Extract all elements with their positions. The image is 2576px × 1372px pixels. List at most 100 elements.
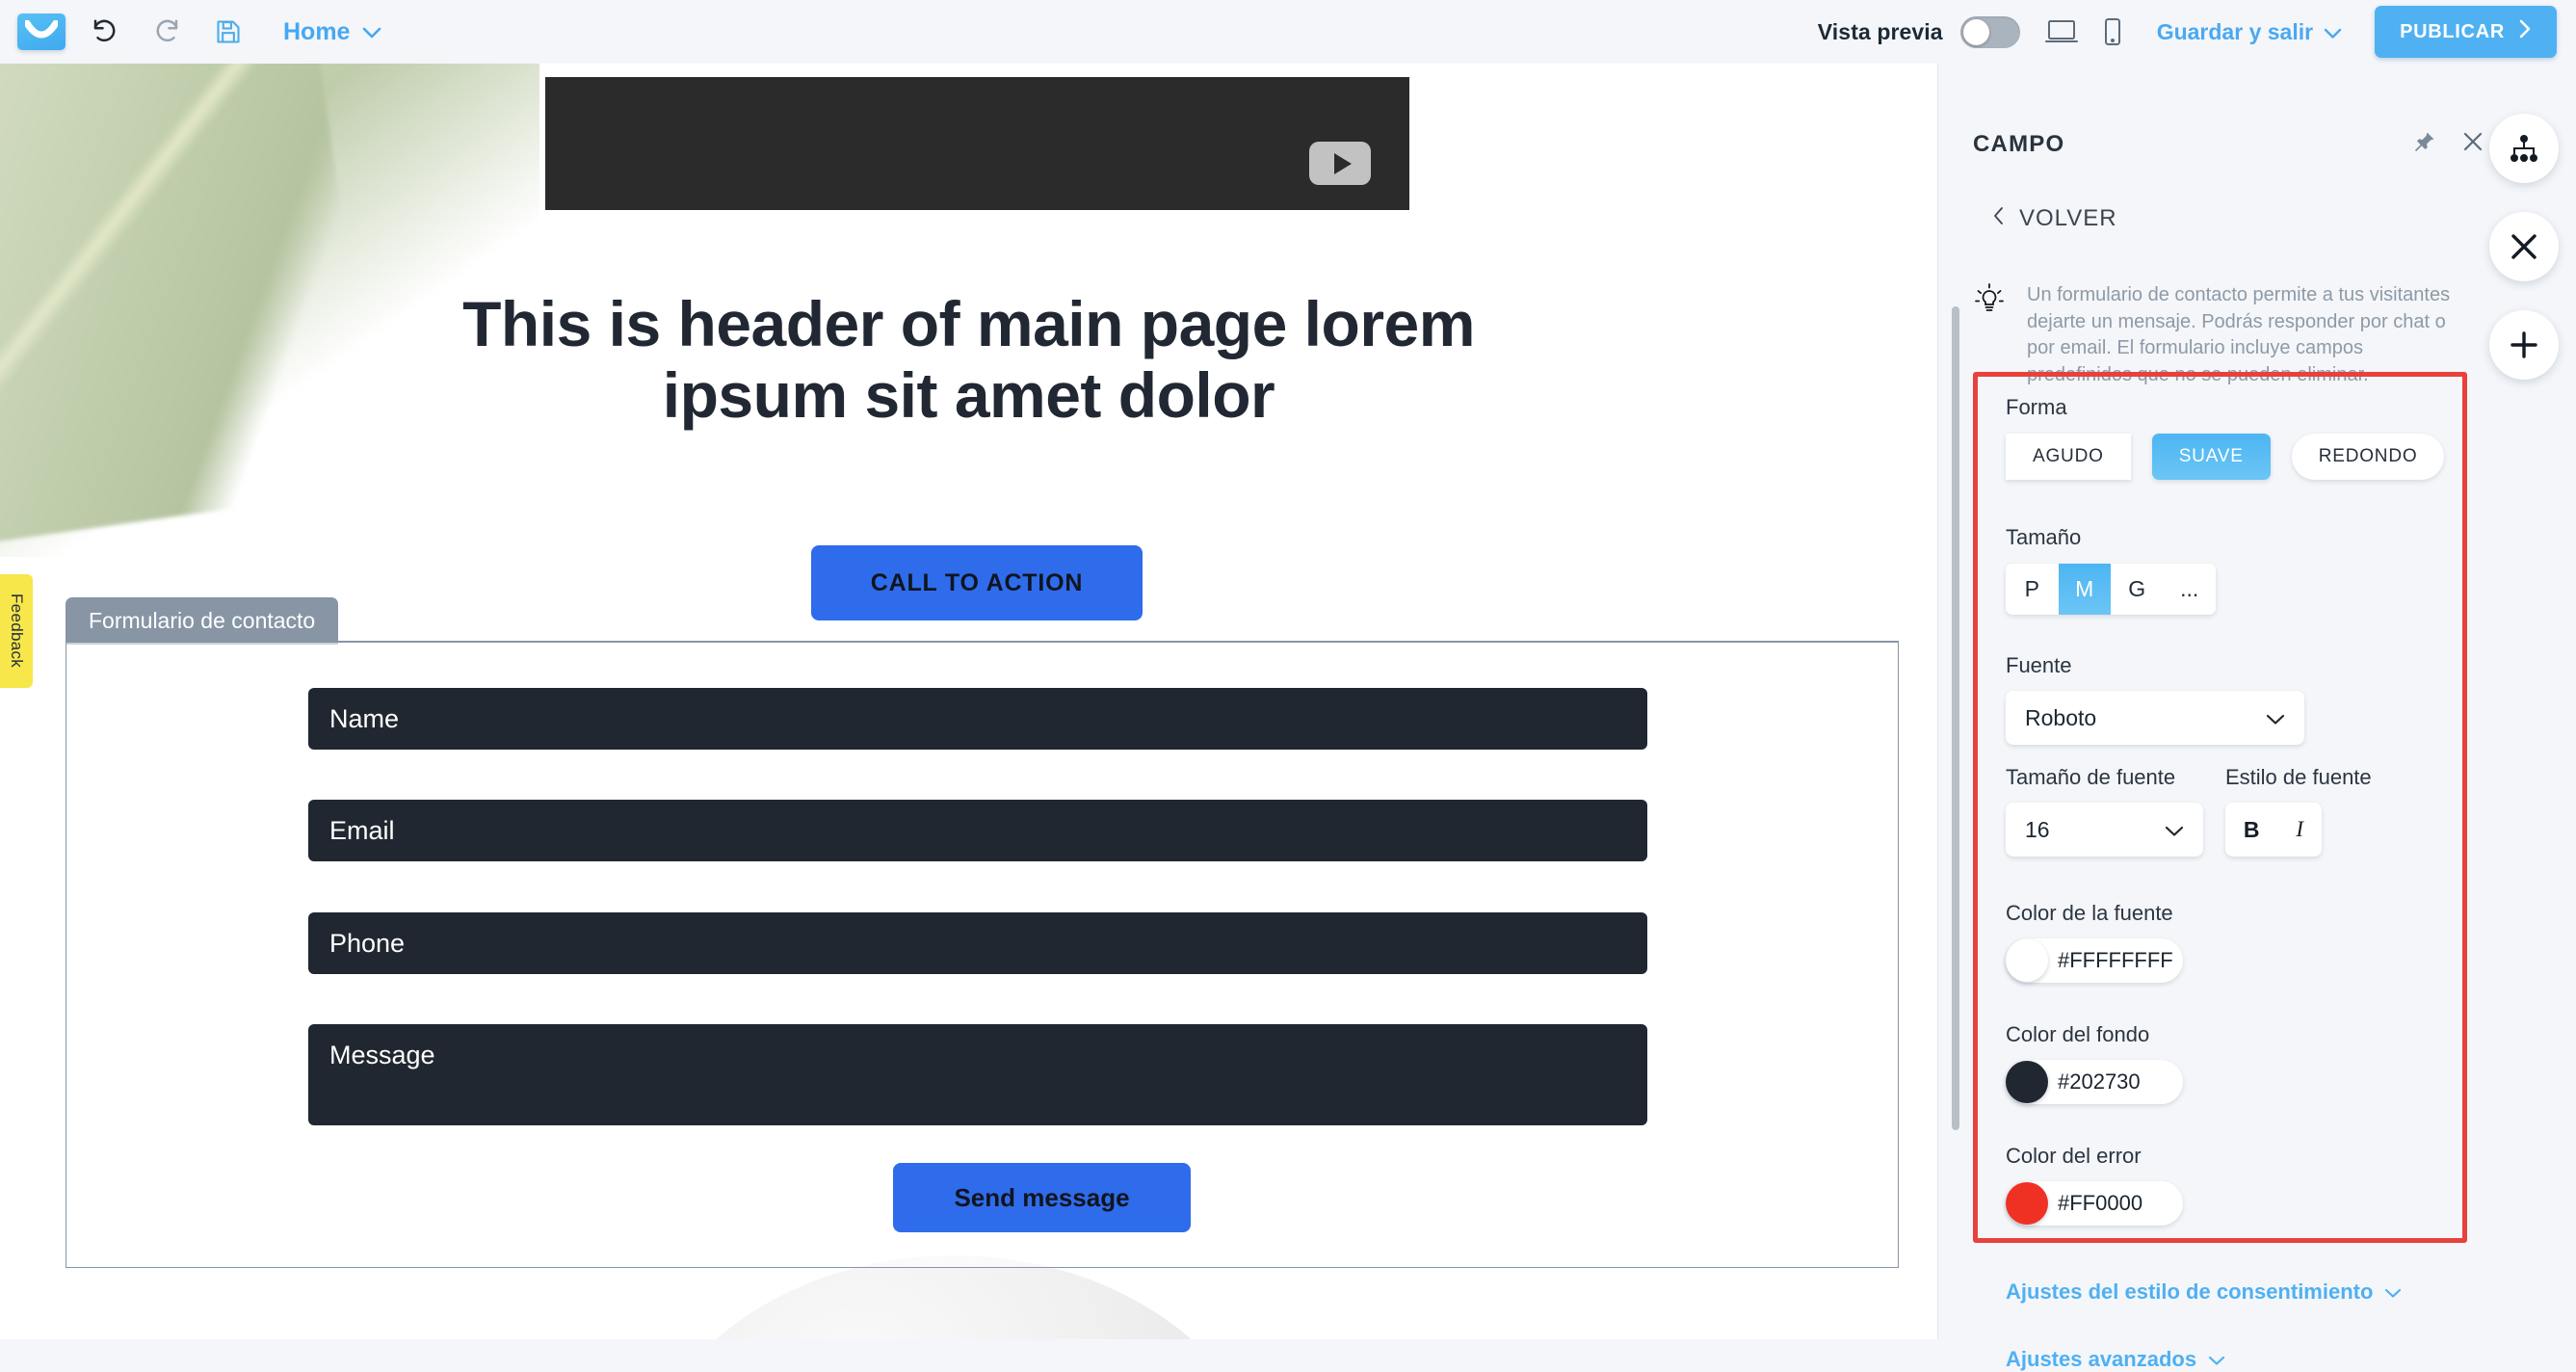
- feedback-tab[interactable]: Feedback: [0, 574, 33, 688]
- top-toolbar: Home Vista previa Guardar y salir PUBLIC…: [0, 0, 2576, 64]
- font-color-value: #FFFFFFFF: [2058, 948, 2173, 972]
- shape-option-suave[interactable]: SUAVE: [2151, 434, 2271, 480]
- shape-label: Forma: [2006, 395, 2067, 419]
- preview-toggle[interactable]: [1959, 15, 2020, 48]
- page-title[interactable]: This is header of main page lorem ipsum …: [0, 288, 1937, 432]
- background-color-row[interactable]: #202730: [2006, 1060, 2183, 1104]
- font-select-value: Roboto: [2025, 704, 2097, 730]
- publish-label: PUBLICAR: [2400, 20, 2505, 42]
- panel-scrollbar[interactable]: [1952, 306, 1959, 1130]
- shape-option-redondo[interactable]: REDONDO: [2291, 434, 2445, 480]
- italic-button[interactable]: I: [2296, 817, 2303, 842]
- font-size-group: Tamaño de fuente 16: [2006, 765, 2203, 857]
- video-embed[interactable]: [545, 77, 1409, 210]
- font-style-label: Estilo de fuente: [2225, 765, 2372, 789]
- plus-icon[interactable]: [2489, 310, 2559, 380]
- back-link[interactable]: VOLVER: [1992, 205, 2117, 232]
- save-and-exit-menu[interactable]: Guardar y salir: [2157, 19, 2342, 45]
- font-group: Fuente Roboto: [2006, 653, 2304, 745]
- error-color-row[interactable]: #FF0000: [2006, 1181, 2183, 1226]
- chevron-down-icon: [2266, 705, 2285, 731]
- size-options: P M G ...: [2006, 564, 2216, 615]
- feedback-label: Feedback: [8, 594, 26, 669]
- bold-button[interactable]: B: [2244, 817, 2260, 843]
- size-option-g[interactable]: G: [2111, 564, 2164, 615]
- chevron-down-icon: [2324, 19, 2342, 45]
- size-group: Tamaño P M G ...: [2006, 525, 2216, 615]
- chevron-down-icon: [362, 18, 381, 46]
- shape-options: AGUDO SUAVE REDONDO: [2006, 434, 2445, 480]
- send-message-button[interactable]: Send message: [893, 1163, 1191, 1232]
- chevron-down-icon: [2384, 1280, 2402, 1305]
- phone-field[interactable]: Phone: [308, 912, 1647, 974]
- consent-style-settings-accordion[interactable]: Ajustes del estilo de consentimiento: [2006, 1280, 2402, 1305]
- background-color-swatch[interactable]: [2006, 1061, 2048, 1103]
- name-field-label: Name: [329, 703, 400, 733]
- chevron-down-icon: [2165, 817, 2184, 843]
- size-option-m[interactable]: M: [2058, 564, 2111, 615]
- email-field-label: Email: [329, 815, 395, 845]
- floppy-save-icon[interactable]: [206, 10, 250, 54]
- font-color-label: Color de la fuente: [2006, 901, 2173, 925]
- error-color-group: Color del error #FF0000: [2006, 1144, 2183, 1226]
- size-option-more[interactable]: ...: [2163, 564, 2216, 615]
- email-field[interactable]: Email: [308, 800, 1647, 861]
- call-to-action-button[interactable]: CALL TO ACTION: [811, 545, 1143, 620]
- font-style-group: Estilo de fuente B I: [2225, 765, 2372, 857]
- font-color-swatch[interactable]: [2006, 939, 2048, 982]
- font-color-group: Color de la fuente #FFFFFFFF: [2006, 901, 2183, 983]
- font-style-options: B I: [2225, 803, 2322, 857]
- background-color-group: Color del fondo #202730: [2006, 1022, 2183, 1104]
- contact-form-tab-label: Formulario de contacto: [89, 608, 316, 633]
- site-canvas[interactable]: This is header of main page lorem ipsum …: [0, 56, 1937, 1339]
- chevron-left-icon: [1992, 205, 2005, 232]
- contact-form-card[interactable]: Name Email Phone Message Send message: [66, 641, 1899, 1268]
- envelope-logo-icon[interactable]: [17, 13, 66, 50]
- floating-actions: [2489, 114, 2559, 409]
- publish-button[interactable]: PUBLICAR: [2375, 6, 2557, 58]
- close-icon[interactable]: [2462, 131, 2484, 157]
- mobile-icon[interactable]: [2103, 17, 2122, 46]
- phone-field-label: Phone: [329, 928, 406, 958]
- error-color-swatch[interactable]: [2006, 1182, 2048, 1225]
- error-color-label: Color del error: [2006, 1144, 2142, 1168]
- sitemap-icon[interactable]: [2489, 114, 2559, 183]
- size-option-p[interactable]: P: [2006, 564, 2059, 615]
- chevron-right-icon: [2518, 19, 2532, 44]
- pin-icon[interactable]: [2414, 131, 2435, 157]
- font-select[interactable]: Roboto: [2006, 691, 2304, 745]
- size-option-m-label: M: [2075, 576, 2094, 601]
- redo-icon[interactable]: [145, 10, 189, 54]
- message-field-label: Message: [329, 1041, 435, 1069]
- font-size-select[interactable]: 16: [2006, 803, 2203, 857]
- size-label: Tamaño: [2006, 525, 2082, 549]
- font-size-label: Tamaño de fuente: [2006, 765, 2176, 789]
- undo-icon[interactable]: [83, 10, 127, 54]
- size-option-p-label: P: [2024, 576, 2039, 601]
- hero-title-line-1: This is header of main page lorem: [462, 288, 1475, 359]
- desktop-icon[interactable]: [2044, 18, 2078, 45]
- advanced-settings-accordion[interactable]: Ajustes avanzados: [2006, 1347, 2225, 1372]
- egg-background-image: [636, 1255, 1272, 1339]
- font-size-value: 16: [2025, 816, 2050, 842]
- shape-group: Forma AGUDO SUAVE REDONDO: [2006, 395, 2445, 480]
- message-field[interactable]: Message: [308, 1024, 1647, 1125]
- size-option-g-label: G: [2128, 576, 2146, 601]
- chevron-down-icon: [2208, 1347, 2225, 1372]
- font-color-row[interactable]: #FFFFFFFF: [2006, 938, 2183, 983]
- shape-option-agudo[interactable]: AGUDO: [2006, 434, 2131, 480]
- toolbar-right-group: Vista previa Guardar y salir PUBLICAR: [1818, 6, 2576, 58]
- name-field[interactable]: Name: [308, 688, 1647, 750]
- hero-title-line-2: ipsum sit amet dolor: [662, 358, 1275, 431]
- font-label: Fuente: [2006, 653, 2072, 677]
- advanced-settings-label: Ajustes avanzados: [2006, 1347, 2197, 1371]
- shape-option-redondo-label: REDONDO: [2318, 446, 2418, 466]
- save-and-exit-label: Guardar y salir: [2156, 18, 2314, 44]
- close-x-icon[interactable]: [2489, 212, 2559, 281]
- send-message-label: Send message: [954, 1182, 1130, 1212]
- consent-style-settings-label: Ajustes del estilo de consentimiento: [2006, 1280, 2374, 1304]
- back-link-label: VOLVER: [2019, 205, 2117, 231]
- play-button-icon[interactable]: [1309, 142, 1371, 185]
- contact-form-tab[interactable]: Formulario de contacto: [66, 597, 339, 645]
- page-selector[interactable]: Home: [283, 18, 381, 46]
